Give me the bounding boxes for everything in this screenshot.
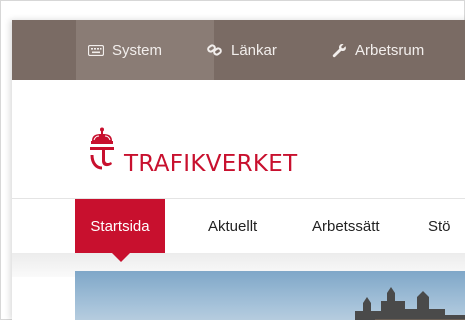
crown-logo-icon[interactable] — [86, 127, 118, 176]
brand-logo-text[interactable]: TRAFIKVERKET — [124, 151, 297, 177]
utility-item-workspace[interactable]: Arbetsrum — [332, 20, 424, 80]
utility-item-links[interactable]: Länkar — [207, 20, 277, 80]
main-navigation: Startsida Aktuellt Arbetssätt Stö — [12, 199, 465, 253]
nav-item-startsida[interactable]: Startsida — [75, 199, 165, 253]
utility-item-label: System — [112, 41, 163, 59]
nav-item-arbetssatt[interactable]: Arbetssätt — [312, 199, 380, 253]
active-nav-caret — [112, 253, 130, 262]
utility-bar: System Länkar Arbetsrum — [12, 20, 465, 80]
site-header: TRAFIKVERKET — [12, 80, 465, 199]
nav-item-stod[interactable]: Stö — [428, 199, 451, 253]
utility-item-system[interactable]: System — [76, 20, 214, 80]
wrench-icon — [332, 43, 347, 58]
link-icon — [207, 43, 223, 57]
utility-item-label: Länkar — [231, 41, 277, 59]
nav-item-aktuellt[interactable]: Aktuellt — [208, 199, 257, 253]
utility-item-label: Arbetsrum — [355, 41, 425, 59]
keyboard-icon — [88, 44, 104, 56]
hero-image — [75, 271, 465, 320]
browser-viewport: System Länkar Arbetsrum TRAFIKVERKET Sta… — [12, 20, 465, 320]
window-frame: System Länkar Arbetsrum TRAFIKVERKET Sta… — [0, 0, 465, 320]
